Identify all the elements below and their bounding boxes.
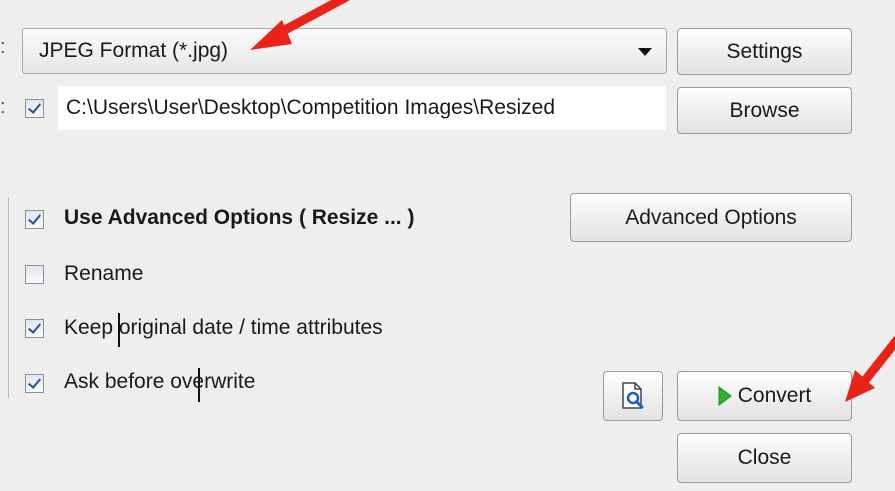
advanced-options-checkbox[interactable] [25, 210, 44, 229]
format-select-value: JPEG Format (*.jpg) [39, 39, 229, 62]
format-select[interactable]: JPEG Format (*.jpg) [22, 28, 667, 74]
chevron-down-icon[interactable] [638, 48, 652, 56]
output-folder-input[interactable]: C:\Users\User\Desktop\Competition Images… [58, 86, 666, 130]
text-cursor [198, 368, 200, 402]
settings-button[interactable]: Settings [677, 28, 852, 75]
keep-date-label[interactable]: Keep original date / time attributes [64, 316, 383, 340]
advanced-options-label[interactable]: Use Advanced Options ( Resize ... ) [64, 206, 414, 230]
play-icon [718, 386, 732, 406]
close-button[interactable]: Close [677, 433, 852, 483]
group-divider [8, 198, 9, 398]
output-folder-checkbox[interactable] [25, 99, 44, 118]
rename-checkbox[interactable] [25, 265, 44, 284]
preview-button[interactable] [603, 371, 663, 421]
keep-date-checkbox[interactable] [25, 319, 44, 338]
output-folder-path: C:\Users\User\Desktop\Competition Images… [66, 96, 556, 119]
edge-colon: : [0, 96, 6, 118]
rename-label[interactable]: Rename [64, 262, 143, 286]
convert-button[interactable]: Convert [677, 371, 852, 421]
advanced-options-button[interactable]: Advanced Options [570, 193, 852, 242]
document-magnifier-icon [622, 382, 644, 409]
ask-overwrite-checkbox[interactable] [25, 374, 44, 393]
edge-colon: : [0, 36, 6, 58]
convert-button-label: Convert [737, 384, 812, 407]
text-cursor [118, 313, 120, 347]
ask-overwrite-label[interactable]: Ask before overwrite [64, 370, 255, 394]
browse-button[interactable]: Browse [677, 87, 852, 134]
